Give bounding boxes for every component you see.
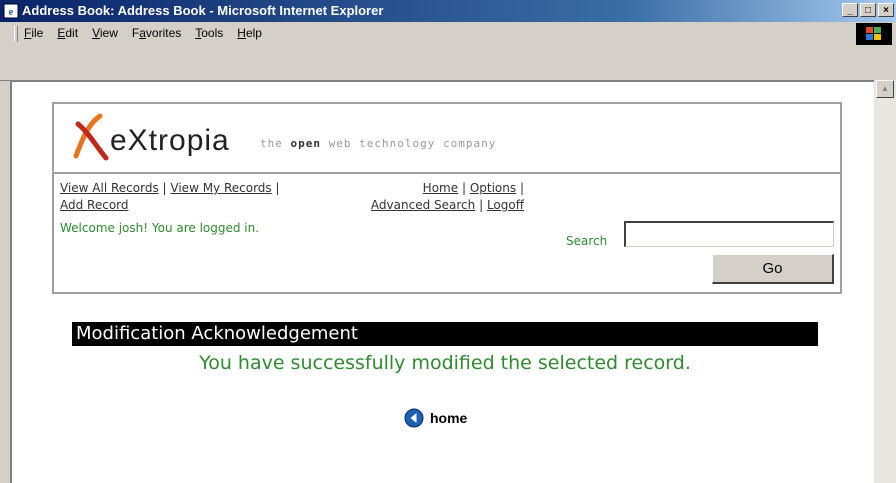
menu-help[interactable]: Help [237,26,262,40]
menu-accelerator: V [92,26,100,40]
menu-label-rest: dit [65,26,79,40]
menu-label-rest: iew [99,26,118,40]
home-link[interactable]: home [404,408,467,428]
record-nav: View All Records | View My Records | Add… [60,180,280,214]
title-bar: e Address Book: Address Book - Microsoft… [0,0,896,22]
minimize-button[interactable]: _ [842,3,858,17]
menu-label-rest: ools [201,26,224,40]
tagline-suffix: web technology company [321,137,497,150]
back-arrow-icon [404,408,424,428]
logo-tagline: the open web technology company [260,137,496,150]
menu-label-rest: elp [245,26,262,40]
menu-file[interactable]: File [24,26,43,40]
logoff-link[interactable]: Logoff [487,198,524,212]
acknowledgement-heading: Modification Acknowledgement [72,322,818,346]
extropia-x-logo-icon [73,113,109,161]
window-title: Address Book: Address Book - Microsoft I… [22,3,384,18]
menu-edit[interactable]: Edit [57,26,78,40]
logo-row: eXtropia the open web technology company [54,104,840,174]
browser-window: e Address Book: Address Book - Microsoft… [0,0,896,483]
site-nav: Home | Options | Advanced Search | Logof… [304,180,524,214]
acknowledgement-message: You have successfully modified the selec… [199,352,691,374]
menu-view[interactable]: View [92,26,118,40]
home-link-label: home [430,410,468,426]
nav-separator: | [479,198,484,212]
logo-wordmark: eXtropia [110,124,230,157]
menu-label-rest: ile [31,26,44,40]
home-nav-link[interactable]: Home [423,181,458,195]
search-input[interactable] [624,221,834,247]
windows-logo-icon [856,23,892,45]
menu-bar: File Edit View Favorites Tools Help [0,22,896,47]
menu-accelerator: a [139,26,146,40]
view-my-records-link[interactable]: View My Records [170,181,271,195]
window-controls: _ □ × [842,3,894,17]
view-all-records-link[interactable]: View All Records [60,181,159,195]
nav-separator: | [519,181,524,195]
tagline-prefix: the [260,137,291,150]
ie-page-icon: e [3,3,19,19]
options-link[interactable]: Options [470,181,516,195]
menu-tools[interactable]: Tools [195,26,223,40]
tagline-bold: open [290,137,321,150]
scroll-up-button[interactable]: ▲ [876,80,894,98]
close-button[interactable]: × [878,3,894,17]
toolbar-grip [14,26,18,42]
menu-accelerator: H [237,26,246,40]
svg-text:e: e [9,7,14,18]
page-viewport: eXtropia the open web technology company… [10,80,874,483]
nav-separator: | [162,181,167,195]
menu-items: File Edit View Favorites Tools Help [24,26,262,40]
maximize-button[interactable]: □ [860,3,876,17]
advanced-search-link[interactable]: Advanced Search [371,198,475,212]
nav-separator: | [461,181,466,195]
search-label: Search [566,234,608,248]
menu-favorites[interactable]: Favorites [132,26,181,40]
site-header: eXtropia the open web technology company… [52,102,842,294]
add-record-link[interactable]: Add Record [60,198,129,212]
toolbar-area [0,46,896,81]
nav-separator: | [275,181,280,195]
vertical-scrollbar[interactable]: ▲ [874,80,896,483]
go-button[interactable]: Go [712,254,834,284]
welcome-message: Welcome josh! You are logged in. [60,221,260,235]
menu-label-rest: vorites [145,26,182,40]
